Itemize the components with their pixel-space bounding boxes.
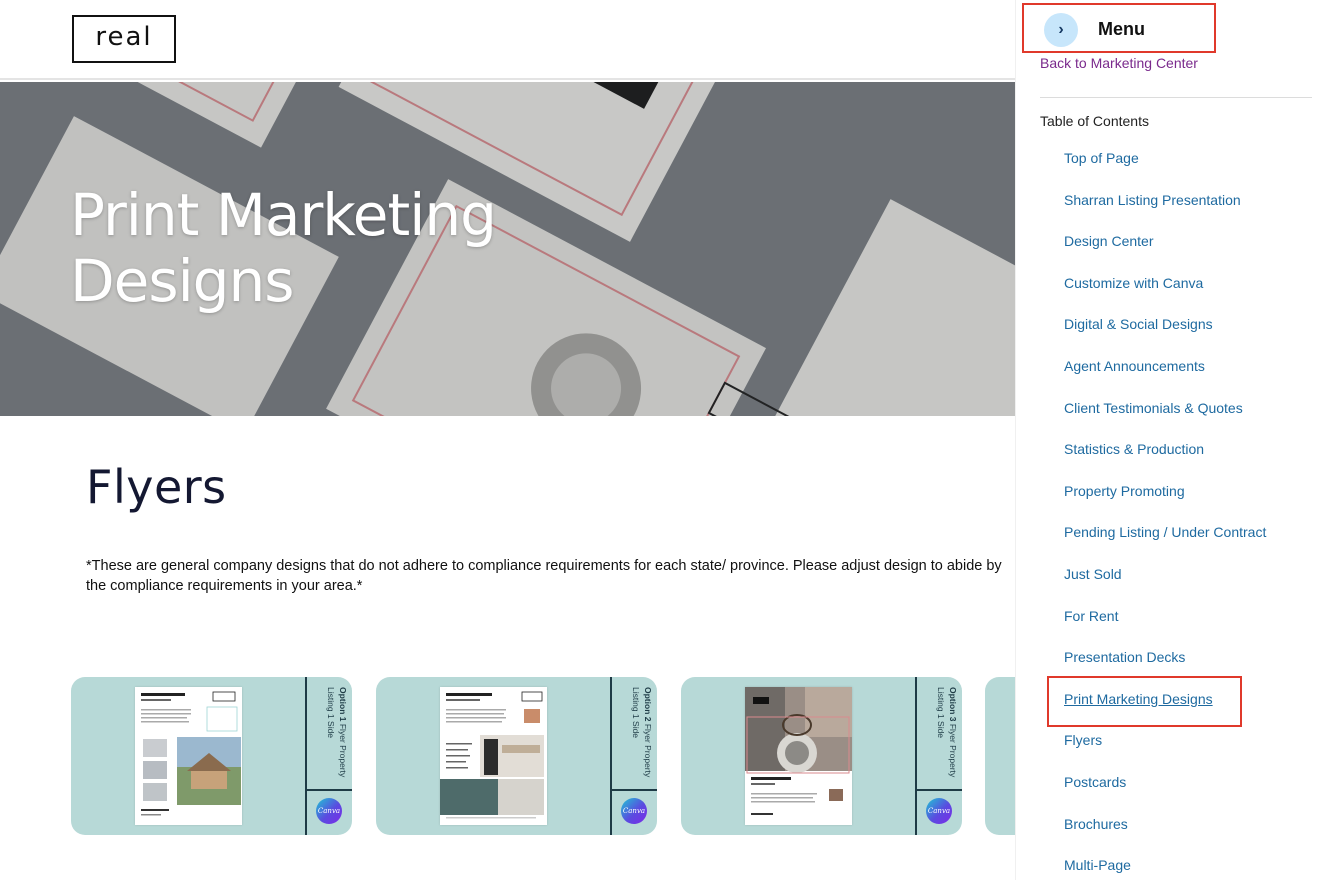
table-of-contents-sidebar: › Menu Back to Marketing Center Table of… (1015, 0, 1335, 880)
flyer-preview (440, 687, 547, 825)
card-side-label: Option 1 Flyer Property Listing 1 Side (326, 687, 348, 778)
real-logo[interactable]: real (72, 15, 176, 63)
toc-item-property-promoting[interactable]: Property Promoting (1064, 483, 1266, 525)
toc-item-customize-with-canva[interactable]: Customize with Canva (1064, 275, 1266, 317)
toc-item-for-rent[interactable]: For Rent (1064, 608, 1266, 650)
toc-item-client-testimonials[interactable]: Client Testimonials & Quotes (1064, 400, 1266, 442)
flyer-preview (135, 687, 242, 825)
toc-item-top-of-page[interactable]: Top of Page (1064, 150, 1266, 192)
menu-label: Menu (1098, 19, 1145, 39)
hero-banner: Print Marketing Designs (0, 82, 1015, 416)
canva-icon[interactable]: Canva (621, 798, 647, 824)
toc-item-postcards[interactable]: Postcards (1064, 774, 1266, 816)
toc-item-just-sold[interactable]: Just Sold (1064, 566, 1266, 608)
toc-item-agent-announcements[interactable]: Agent Announcements (1064, 358, 1266, 400)
toc-item-sharran-listing-presentation[interactable]: Sharran Listing Presentation (1064, 192, 1266, 234)
flyer-card-row: Option 1 Flyer Property Listing 1 Side C… (71, 677, 1015, 837)
sidebar-divider (1040, 97, 1312, 98)
toc-list: Top of Page Sharran Listing Presentation… (1064, 150, 1266, 880)
flyer-card-partial[interactable] (985, 677, 1015, 835)
flyer-card-option-3[interactable]: Option 3 Flyer Property Listing 1 Side C… (681, 677, 962, 835)
canva-icon[interactable]: Canva (316, 798, 342, 824)
card-side-label: Option 3 Flyer Property Listing 1 Side (936, 687, 958, 778)
toc-title: Table of Contents (1040, 113, 1149, 129)
site-header: real (0, 0, 1015, 80)
flyer-preview (745, 687, 852, 825)
toc-item-flyers[interactable]: Flyers (1064, 732, 1266, 774)
toc-item-digital-social-designs[interactable]: Digital & Social Designs (1064, 316, 1266, 358)
menu-header: › Menu (1022, 3, 1216, 53)
section-title-flyers: Flyers (86, 460, 227, 514)
toc-item-multi-page[interactable]: Multi-Page (1064, 857, 1266, 880)
toc-item-brochures[interactable]: Brochures (1064, 816, 1266, 858)
page-title: Print Marketing Designs (70, 181, 497, 315)
compliance-disclaimer: *These are general company designs that … (86, 558, 1002, 594)
card-side-label: Option 2 Flyer Property Listing 1 Side (631, 687, 653, 778)
canva-icon[interactable]: Canva (926, 798, 952, 824)
back-to-marketing-center-link[interactable]: Back to Marketing Center (1040, 55, 1198, 71)
chevron-right-icon[interactable]: › (1044, 13, 1078, 47)
toc-item-pending-listing[interactable]: Pending Listing / Under Contract (1064, 524, 1266, 566)
logo-text: real (95, 22, 153, 52)
toc-item-statistics-production[interactable]: Statistics & Production (1064, 441, 1266, 483)
flyer-card-option-2[interactable]: Option 2 Flyer Property Listing 1 Side C… (376, 677, 657, 835)
active-item-highlight (1047, 676, 1242, 727)
toc-item-design-center[interactable]: Design Center (1064, 233, 1266, 275)
flyer-card-option-1[interactable]: Option 1 Flyer Property Listing 1 Side C… (71, 677, 352, 835)
